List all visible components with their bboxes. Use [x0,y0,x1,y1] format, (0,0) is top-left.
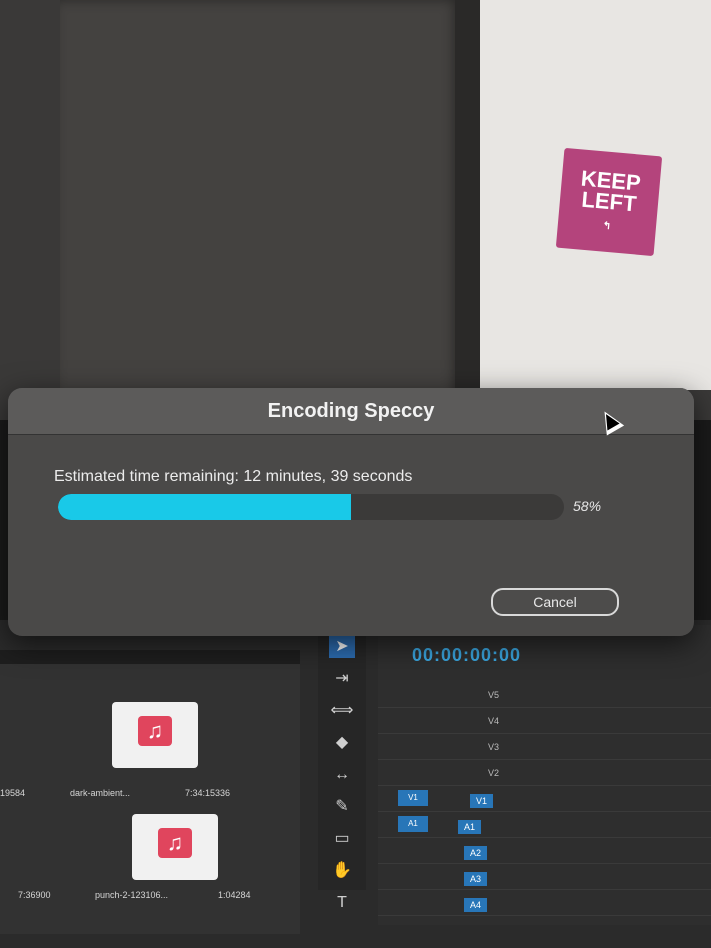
track-label: A3 [464,872,488,886]
progress-bar-fill [58,494,352,520]
sticker-arrow-icon: ↰ [602,220,612,233]
project-panel: ♫ 19584 dark-ambient... 7:34:15336 ♫ 7:3… [0,650,300,934]
pen-tool-icon[interactable]: ✎ [329,796,355,818]
clip-duration: 7:34:15336 [185,788,231,798]
track-label: V5 [488,690,500,700]
track-row[interactable]: V1 V1 [378,787,711,812]
slip-tool-icon[interactable]: ↔ [329,764,355,786]
track-label: V4 [488,716,500,726]
clip-duration: 1:04284 [218,890,251,900]
track-row[interactable]: A3 [378,865,711,890]
clip-value: 7:36900 [18,890,51,900]
track-row[interactable]: V3 [378,735,711,760]
track-select-tool-icon[interactable]: ⇥ [329,668,355,690]
track-row[interactable]: A1 A1 [378,813,711,838]
clip-name: punch-2-123106... [95,890,169,900]
hand-tool-icon[interactable]: ✋ [329,860,355,882]
tools-panel: ➤ ⇥ ⟺ ◆ ↔ ✎ ▭ ✋ T [318,630,366,911]
background-panel [60,0,460,400]
progress-bar [58,494,564,520]
audio-clip-thumbnail[interactable]: ♫ [112,702,198,768]
dialog-titlebar[interactable]: Encoding Speccy [8,388,694,435]
music-note-icon: ♫ [158,828,192,858]
encoding-dialog: Encoding Speccy Estimated time remaining… [8,388,694,636]
rectangle-tool-icon[interactable]: ▭ [329,828,355,850]
timeline-panel: 00:00:00:00 V5 V4 V3 V2 V1 V1 A1 A1 A2 A… [378,625,711,925]
track-label: A4 [464,898,488,912]
razor-tool-icon[interactable]: ◆ [329,732,355,754]
progress-percent: 58% [573,498,602,514]
music-note-icon: ♫ [138,716,172,746]
time-remaining-text: Estimated time remaining: 12 minutes, 39… [54,468,413,485]
track-row[interactable]: V5 [378,683,711,708]
cancel-button[interactable]: Cancel [491,588,619,616]
type-tool-icon[interactable]: T [329,892,355,914]
track-row[interactable]: A4 [378,891,711,916]
track-label: V3 [488,742,500,752]
track-label: A2 [464,846,488,860]
ripple-edit-tool-icon[interactable]: ⟺ [329,700,355,722]
clip-value: 19584 [0,788,26,798]
track-row[interactable]: V4 [378,709,711,734]
sticker-line2: LEFT [580,186,638,217]
track-label: V2 [488,768,500,778]
playhead-timecode[interactable]: 00:00:00:00 [412,645,521,666]
keep-left-sticker: KEEP LEFT ↰ [555,147,663,257]
clip-name: dark-ambient... [70,788,131,798]
track-row[interactable]: A2 [378,839,711,864]
selection-tool-icon[interactable]: ➤ [329,636,355,658]
dialog-title: Encoding Speccy [267,400,435,422]
track-label: V1 [470,794,494,808]
track-target-a1[interactable]: A1 [398,816,428,832]
track-target-v1[interactable]: V1 [398,790,428,806]
audio-clip-thumbnail[interactable]: ♫ [132,814,218,880]
track-label: A1 [458,820,482,834]
track-row[interactable]: V2 [378,761,711,786]
